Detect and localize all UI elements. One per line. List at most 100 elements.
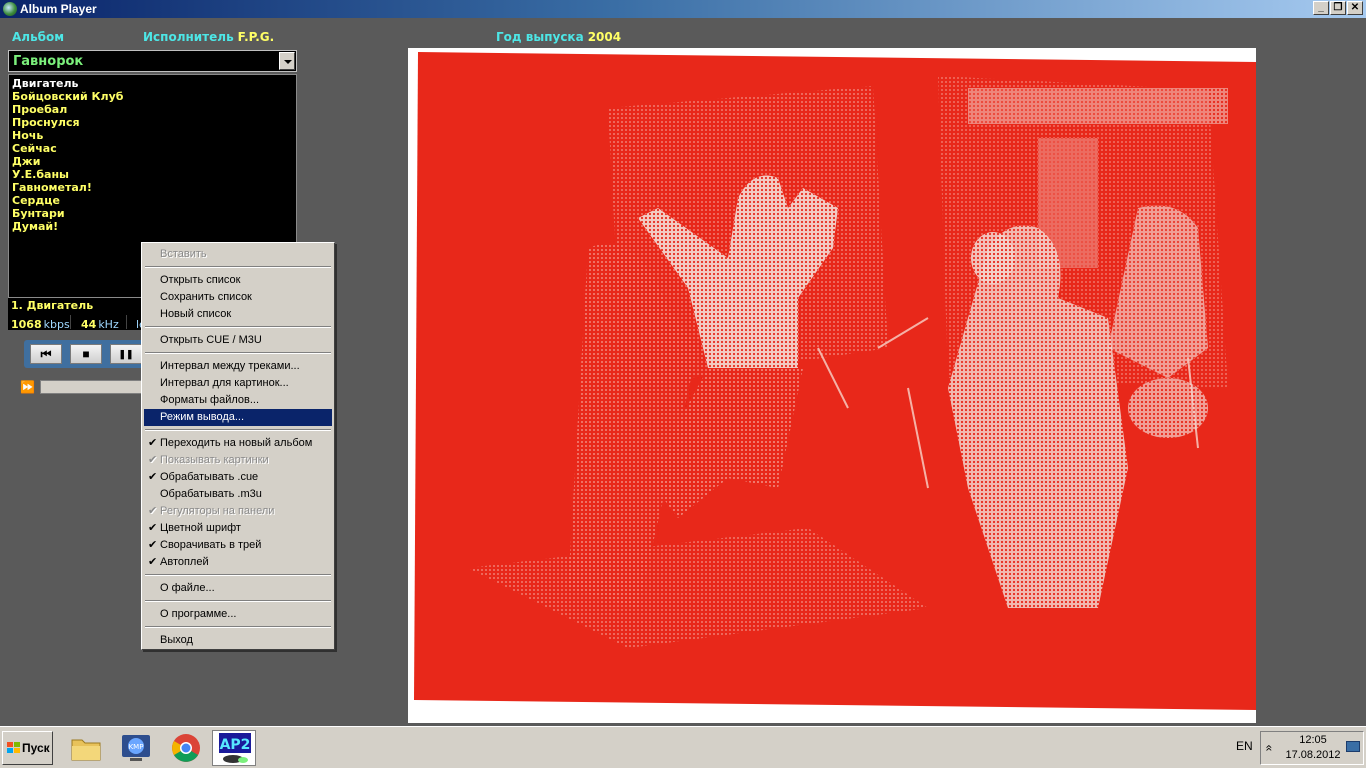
menu-item-label: Интервал для картинок...: [160, 377, 289, 389]
previous-button[interactable]: ⏮: [30, 344, 62, 364]
start-button[interactable]: Пуск: [2, 731, 53, 765]
track-item[interactable]: Двигатель: [12, 77, 78, 90]
samplerate: 44 kHz: [81, 315, 119, 333]
menu-item[interactable]: Открыть CUE / M3U: [144, 332, 332, 349]
menu-item-label: Открыть CUE / M3U: [160, 334, 262, 346]
track-item[interactable]: Проебал: [12, 103, 67, 116]
fast-forward-icon[interactable]: ⏩: [20, 380, 35, 394]
track-item[interactable]: Думай!: [12, 220, 58, 233]
context-menu: Вставить Открыть список Сохранить список Но…: [141, 242, 335, 650]
checkmark-icon: ✔: [148, 471, 158, 483]
clock-date[interactable]: 17.08.2012: [1280, 749, 1346, 761]
menu-separator: [145, 574, 331, 576]
close-button[interactable]: ✕: [1347, 1, 1363, 15]
artist-value: F.P.G.: [237, 30, 275, 44]
seek-bar[interactable]: [40, 380, 150, 394]
menu-separator: [145, 352, 331, 354]
menu-item-label: Открыть список: [160, 274, 241, 286]
clock-time[interactable]: 12:05: [1290, 734, 1336, 746]
menu-item[interactable]: Новый список: [144, 306, 332, 323]
track-item[interactable]: Проснулся: [12, 116, 80, 129]
track-item[interactable]: У.Е.баны: [12, 168, 69, 181]
menu-separator: [145, 266, 331, 268]
menu-item[interactable]: Обрабатывать .m3u: [144, 486, 332, 503]
album-art-image: [408, 48, 1256, 723]
track-item[interactable]: Джи: [12, 155, 40, 168]
menu-item-label: Сворачивать в трей: [160, 539, 262, 551]
menu-item-label: Обрабатывать .m3u: [160, 488, 262, 500]
menu-separator: [145, 600, 331, 602]
year-label: Год выпуска: [496, 30, 584, 44]
artist-label-group: Исполнитель F.P.G.: [143, 30, 274, 44]
track-item[interactable]: Бойцовский Клуб: [12, 90, 123, 103]
menu-separator: [145, 626, 331, 628]
previous-icon: ⏮: [40, 347, 52, 361]
checkmark-icon: ✔: [148, 556, 158, 568]
pause-button[interactable]: ❚❚: [110, 344, 142, 364]
menu-item-label: Обрабатывать .cue: [160, 471, 259, 483]
app-icon: [3, 2, 17, 16]
track-item[interactable]: Ночь: [12, 129, 43, 142]
bitrate: 1068 kbps: [11, 315, 70, 333]
album-select[interactable]: Гавнорок: [8, 50, 297, 72]
menu-item[interactable]: Интервал между треками...: [144, 358, 332, 375]
stop-button[interactable]: ■: [70, 344, 102, 364]
menu-item[interactable]: Режим вывода...: [144, 409, 332, 426]
stop-icon: ■: [82, 347, 90, 361]
menu-item[interactable]: Интервал для картинок...: [144, 375, 332, 392]
menu-item[interactable]: Выход: [144, 632, 332, 649]
artist-label: Исполнитель: [143, 30, 234, 44]
language-indicator[interactable]: EN: [1236, 739, 1253, 753]
menu-item[interactable]: Сохранить список: [144, 289, 332, 306]
checkmark-icon: ✔: [148, 539, 158, 551]
album-art: [408, 48, 1256, 723]
divider: [126, 315, 127, 329]
menu-item[interactable]: ✔ Сворачивать в трей: [144, 537, 332, 554]
album-player-icon[interactable]: AP2: [212, 730, 256, 766]
menu-separator: [145, 326, 331, 328]
menu-item-label: Выход: [160, 634, 193, 646]
menu-item[interactable]: Открыть список: [144, 272, 332, 289]
menu-item-label: О программе...: [160, 608, 237, 620]
tray-expand-icon[interactable]: «: [1262, 745, 1276, 752]
folder-icon[interactable]: [64, 730, 108, 766]
track-item[interactable]: Сейчас: [12, 142, 57, 155]
display-icon[interactable]: [1346, 741, 1360, 752]
chevron-down-icon[interactable]: [279, 52, 295, 70]
track-item[interactable]: Сердце: [12, 194, 60, 207]
chrome-icon[interactable]: [164, 730, 208, 766]
menu-item[interactable]: ✔ Автоплей: [144, 554, 332, 571]
menu-item[interactable]: ✔ Показывать картинки: [144, 452, 332, 469]
menu-item[interactable]: О файле...: [144, 580, 332, 597]
menu-item[interactable]: ✔ Регуляторы на панели: [144, 503, 332, 520]
taskbar: Пуск KMP AP2 EN « 12:05 17.08.2012: [0, 726, 1366, 768]
title-bar[interactable]: Album Player _ ❐ ✕: [0, 0, 1366, 18]
samplerate-value: 44: [81, 318, 97, 331]
menu-item[interactable]: Вставить: [144, 246, 332, 263]
menu-item[interactable]: ✔ Цветной шрифт: [144, 520, 332, 537]
menu-item-label: Новый список: [160, 308, 232, 320]
menu-item[interactable]: О программе...: [144, 606, 332, 623]
album-label: Альбом: [12, 30, 65, 44]
album-label-group: Альбом: [12, 30, 64, 44]
kmp-label: KMP: [129, 743, 144, 751]
album-select-value: Гавнорок: [13, 54, 84, 69]
menu-item-label: Вставить: [160, 248, 207, 260]
menu-item[interactable]: ✔ Обрабатывать .cue: [144, 469, 332, 486]
year-value: 2004: [587, 30, 622, 44]
menu-item[interactable]: Форматы файлов...: [144, 392, 332, 409]
maximize-button[interactable]: ❐: [1330, 1, 1346, 15]
bitrate-value: 1068: [11, 318, 42, 331]
year-label-group: Год выпуска 2004: [496, 30, 621, 44]
bitrate-unit: kbps: [43, 318, 70, 331]
menu-item-label: Форматы файлов...: [160, 394, 260, 406]
track-item[interactable]: Бунтари: [12, 207, 65, 220]
checkmark-icon: ✔: [148, 437, 158, 449]
track-item[interactable]: Гавнометал!: [12, 181, 92, 194]
minimize-button[interactable]: _: [1313, 1, 1329, 15]
checkmark-icon: ✔: [148, 522, 158, 534]
menu-item[interactable]: ✔ Переходить на новый альбом: [144, 435, 332, 452]
pause-icon: ❚❚: [118, 349, 134, 359]
kmplayer-icon[interactable]: KMP: [114, 730, 158, 766]
menu-item-label: Цветной шрифт: [160, 522, 241, 534]
